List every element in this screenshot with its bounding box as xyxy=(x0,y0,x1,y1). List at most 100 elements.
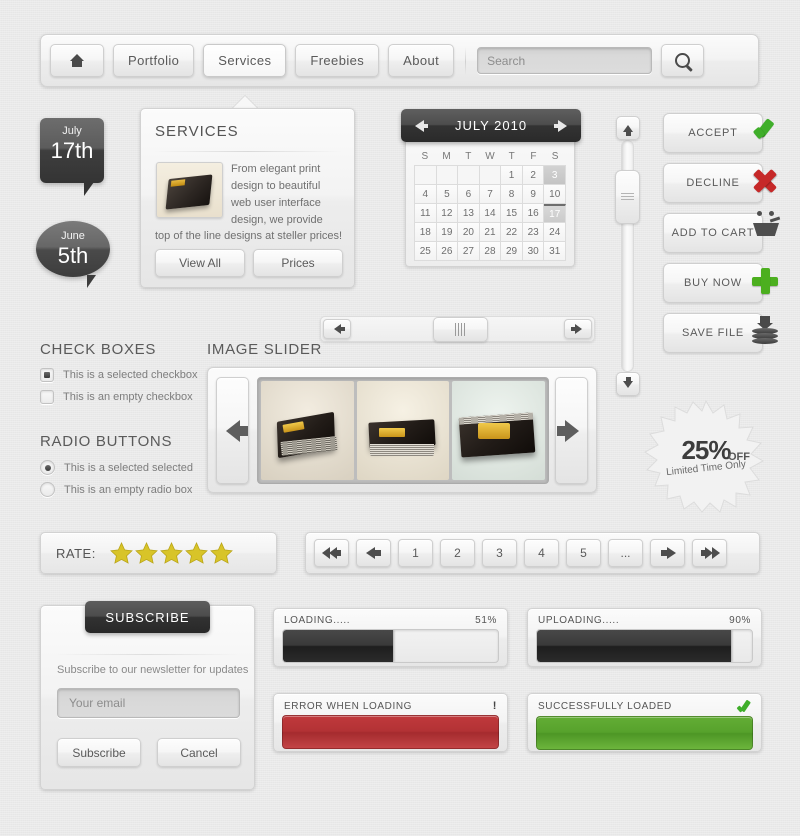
search-input[interactable]: Search xyxy=(477,47,653,74)
pagination-page-3[interactable]: 3 xyxy=(482,539,517,567)
slide-business-card-stack-front[interactable] xyxy=(356,381,450,480)
buy-now-button[interactable]: BUY NOW xyxy=(663,263,763,303)
star-rating[interactable] xyxy=(109,542,233,564)
pagination-next-button[interactable] xyxy=(650,539,685,567)
search-placeholder: Search xyxy=(487,53,526,68)
star-icon-2[interactable] xyxy=(134,542,158,564)
image-slider-next-button[interactable] xyxy=(555,377,588,484)
calendar-next-icon[interactable] xyxy=(554,119,567,132)
calendar-day-17[interactable]: 17 xyxy=(544,204,566,223)
checkbox-icon-checked[interactable] xyxy=(40,368,54,382)
button-label: SAVE FILE xyxy=(681,327,745,339)
add-to-cart-button[interactable]: ADD TO CART xyxy=(663,211,781,253)
calendar-day-9[interactable]: 9 xyxy=(522,185,545,204)
save-file-button[interactable]: SAVE FILE xyxy=(663,313,778,353)
nav-item-portfolio[interactable]: Portfolio xyxy=(113,44,195,77)
pagination-page-1[interactable]: 1 xyxy=(398,539,433,567)
nav-home-button[interactable] xyxy=(50,44,104,77)
nav-item-freebies[interactable]: Freebies xyxy=(295,44,380,77)
calendar-day-3[interactable]: 3 xyxy=(544,166,566,185)
home-icon xyxy=(69,54,85,67)
success-alert-panel: SUCCESSFULLY LOADED xyxy=(527,693,762,752)
nav-item-about[interactable]: About xyxy=(388,44,455,77)
slider-right-button[interactable] xyxy=(564,319,592,339)
services-title: SERVICES xyxy=(155,123,239,140)
arrow-up-icon xyxy=(623,124,633,136)
plus-icon xyxy=(750,266,784,300)
decline-button[interactable]: DECLINE xyxy=(663,163,763,203)
prices-button[interactable]: Prices xyxy=(253,249,343,277)
calendar-day-23[interactable]: 23 xyxy=(522,223,545,242)
shopping-cart-icon xyxy=(750,211,784,250)
pagination-page-5[interactable]: 5 xyxy=(566,539,601,567)
scroll-down-button[interactable] xyxy=(616,372,640,396)
calendar-day-1[interactable]: 1 xyxy=(501,166,523,185)
calendar-day-24[interactable]: 24 xyxy=(544,223,566,242)
pagination-page-2[interactable]: 2 xyxy=(440,539,475,567)
pagination-last-button[interactable] xyxy=(692,539,727,567)
calendar-day-14[interactable]: 14 xyxy=(479,204,502,223)
calendar-day-12[interactable]: 12 xyxy=(436,204,459,223)
calendar-day-19[interactable]: 19 xyxy=(436,223,459,242)
subscribe-cancel-button[interactable]: Cancel xyxy=(157,738,241,767)
calendar-day-31[interactable]: 31 xyxy=(544,242,566,261)
calendar-day-18[interactable]: 18 xyxy=(415,223,437,242)
radio-row-selected[interactable]: This is a selected selected xyxy=(40,460,193,475)
star-icon-5[interactable] xyxy=(209,542,233,564)
calendar-day-8[interactable]: 8 xyxy=(501,185,523,204)
calendar-weekday-1: M xyxy=(442,151,451,162)
calendar-day-29[interactable]: 29 xyxy=(501,242,523,261)
horizontal-slider-track[interactable] xyxy=(320,316,595,342)
calendar-day-26[interactable]: 26 xyxy=(436,242,459,261)
accept-button[interactable]: ACCEPT xyxy=(663,113,763,153)
calendar-day-11[interactable]: 11 xyxy=(415,204,437,223)
star-icon-3[interactable] xyxy=(159,542,183,564)
cross-icon xyxy=(750,166,784,200)
alert-label: SUCCESSFULLY LOADED xyxy=(538,701,672,712)
search-button[interactable] xyxy=(661,44,705,77)
pagination-prev-button[interactable] xyxy=(356,539,391,567)
progress-fill xyxy=(537,630,731,662)
calendar-day-16[interactable]: 16 xyxy=(522,204,545,223)
slide-business-card-stack-angled[interactable] xyxy=(261,381,354,480)
view-all-button[interactable]: View All xyxy=(155,249,245,277)
slide-business-card-box[interactable] xyxy=(452,381,546,480)
calendar-day-7[interactable]: 7 xyxy=(479,185,502,204)
calendar-day-15[interactable]: 15 xyxy=(501,204,523,223)
slider-left-button[interactable] xyxy=(323,319,351,339)
calendar-day-28[interactable]: 28 xyxy=(479,242,502,261)
radio-icon-unchecked[interactable] xyxy=(40,482,55,497)
email-input[interactable]: Your email xyxy=(57,688,240,718)
calendar-day-20[interactable]: 20 xyxy=(458,223,480,242)
horizontal-slider-thumb[interactable] xyxy=(432,317,488,342)
calendar-day-13[interactable]: 13 xyxy=(458,204,480,223)
calendar-day-30[interactable]: 30 xyxy=(522,242,545,261)
subscribe-submit-button[interactable]: Subscribe xyxy=(57,738,141,767)
star-icon-4[interactable] xyxy=(184,542,208,564)
calendar-day-21[interactable]: 21 xyxy=(479,223,502,242)
calendar-day-grid: 1 2 3 4 5 6 7 8 9 10 11 12 13 14 15 16 17 18 19 20 21 22 23 24 2… xyxy=(414,165,566,261)
pagination-page-4[interactable]: 4 xyxy=(524,539,559,567)
calendar-day-25[interactable]: 25 xyxy=(415,242,437,261)
star-icon-1[interactable] xyxy=(109,542,133,564)
checkbox-icon-unchecked[interactable] xyxy=(40,390,54,404)
image-slider-prev-button[interactable] xyxy=(216,377,249,484)
nav-item-services[interactable]: Services xyxy=(203,44,287,77)
pagination-first-button[interactable] xyxy=(314,539,349,567)
calendar-day-5[interactable]: 5 xyxy=(436,185,459,204)
scroll-up-button[interactable] xyxy=(616,116,640,140)
calendar-day-4[interactable]: 4 xyxy=(415,185,437,204)
calendar-day-6[interactable]: 6 xyxy=(458,185,480,204)
calendar-day-27[interactable]: 27 xyxy=(458,242,480,261)
vertical-scrollbar-thumb[interactable] xyxy=(615,170,640,224)
calendar-day-22[interactable]: 22 xyxy=(501,223,523,242)
calendar-day-2[interactable]: 2 xyxy=(522,166,545,185)
calendar-day-10[interactable]: 10 xyxy=(544,185,566,204)
calendar-prev-icon[interactable] xyxy=(415,119,428,132)
radio-icon-checked[interactable] xyxy=(40,460,55,475)
error-alert-panel: ERROR WHEN LOADING ! xyxy=(273,693,508,752)
checkbox-row-empty[interactable]: This is an empty checkbox xyxy=(40,390,193,404)
pagination-ellipsis[interactable]: ... xyxy=(608,539,643,567)
checkbox-row-selected[interactable]: This is a selected checkbox xyxy=(40,368,198,382)
radio-row-empty[interactable]: This is an empty radio box xyxy=(40,482,192,497)
